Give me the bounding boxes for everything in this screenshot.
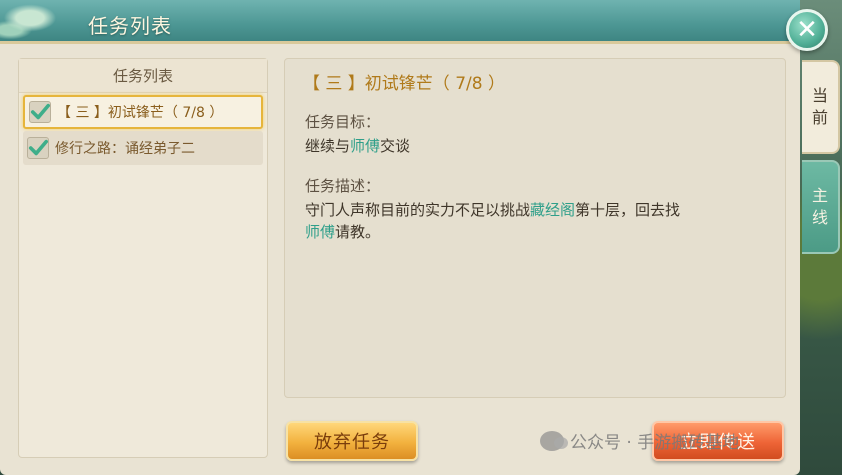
tab-main-char1: 主 <box>811 186 828 205</box>
quest-item-label: 修行之路：诵经弟子二 <box>55 141 195 157</box>
quest-list-panel: 任务列表 【 三 】初试锋芒（ 7/8 ） 修行之路：诵经弟子二 <box>18 58 268 458</box>
checkmark-icon <box>30 103 50 120</box>
window-title: 任务列表 <box>88 14 172 38</box>
wechat-icon <box>540 430 568 451</box>
quest-list-header: 任务列表 <box>19 59 267 93</box>
checkbox[interactable] <box>27 137 49 159</box>
description-text: 守门人声称目前的实力不足以挑战藏经阁第十层，回去找师傅请教。 <box>305 199 775 243</box>
desc-text-mid: 第十层，回去找 <box>575 201 681 219</box>
quest-item-label: 【 三 】初试锋芒（ 7/8 ） <box>57 105 224 121</box>
npc-link-master[interactable]: 师傅 <box>350 137 380 155</box>
goal-text-post: 交谈 <box>380 137 411 155</box>
abandon-quest-button[interactable]: 放弃任务 <box>286 421 418 461</box>
tab-current-char1: 当 <box>811 86 828 105</box>
quest-list-item[interactable]: 【 三 】初试锋芒（ 7/8 ） <box>23 95 263 129</box>
npc-link-master[interactable]: 师傅 <box>305 223 335 241</box>
location-link-library[interactable]: 藏经阁 <box>530 201 575 219</box>
checkmark-icon <box>28 139 48 156</box>
title-bar: 任务列表 <box>0 0 800 44</box>
goal-label: 任务目标： <box>305 113 381 131</box>
tab-main-char2: 线 <box>811 208 828 227</box>
quest-window: 任务列表 任务列表 【 三 】初试锋芒（ 7/8 ） 修行之路：诵经弟子二 【 … <box>0 0 800 475</box>
tab-current-char2: 前 <box>811 108 828 127</box>
desc-text-post: 请教。 <box>335 223 381 241</box>
checkbox[interactable] <box>29 101 51 123</box>
goal-text: 继续与师傅交谈 <box>305 135 775 157</box>
tab-main[interactable]: 主 线 <box>802 160 840 254</box>
close-button[interactable]: ✕ <box>786 9 828 51</box>
quest-title: 【 三 】初试锋芒（ 7/8 ） <box>303 74 505 94</box>
quest-list-item[interactable]: 修行之路：诵经弟子二 <box>23 131 263 165</box>
description-label: 任务描述： <box>305 177 381 195</box>
goal-text-pre: 继续与 <box>305 137 351 155</box>
close-icon: ✕ <box>796 15 818 45</box>
tab-current[interactable]: 当 前 <box>802 60 840 154</box>
cloud-ornament <box>0 0 80 44</box>
watermark-text: 公众号 · 手游搬砖基地 <box>570 433 740 453</box>
watermark: 公众号 · 手游搬砖基地 <box>540 428 739 453</box>
quest-detail-panel: 【 三 】初试锋芒（ 7/8 ） 任务目标： 继续与师傅交谈 任务描述： 守门人… <box>284 58 786 398</box>
desc-text-pre: 守门人声称目前的实力不足以挑战 <box>305 201 531 219</box>
